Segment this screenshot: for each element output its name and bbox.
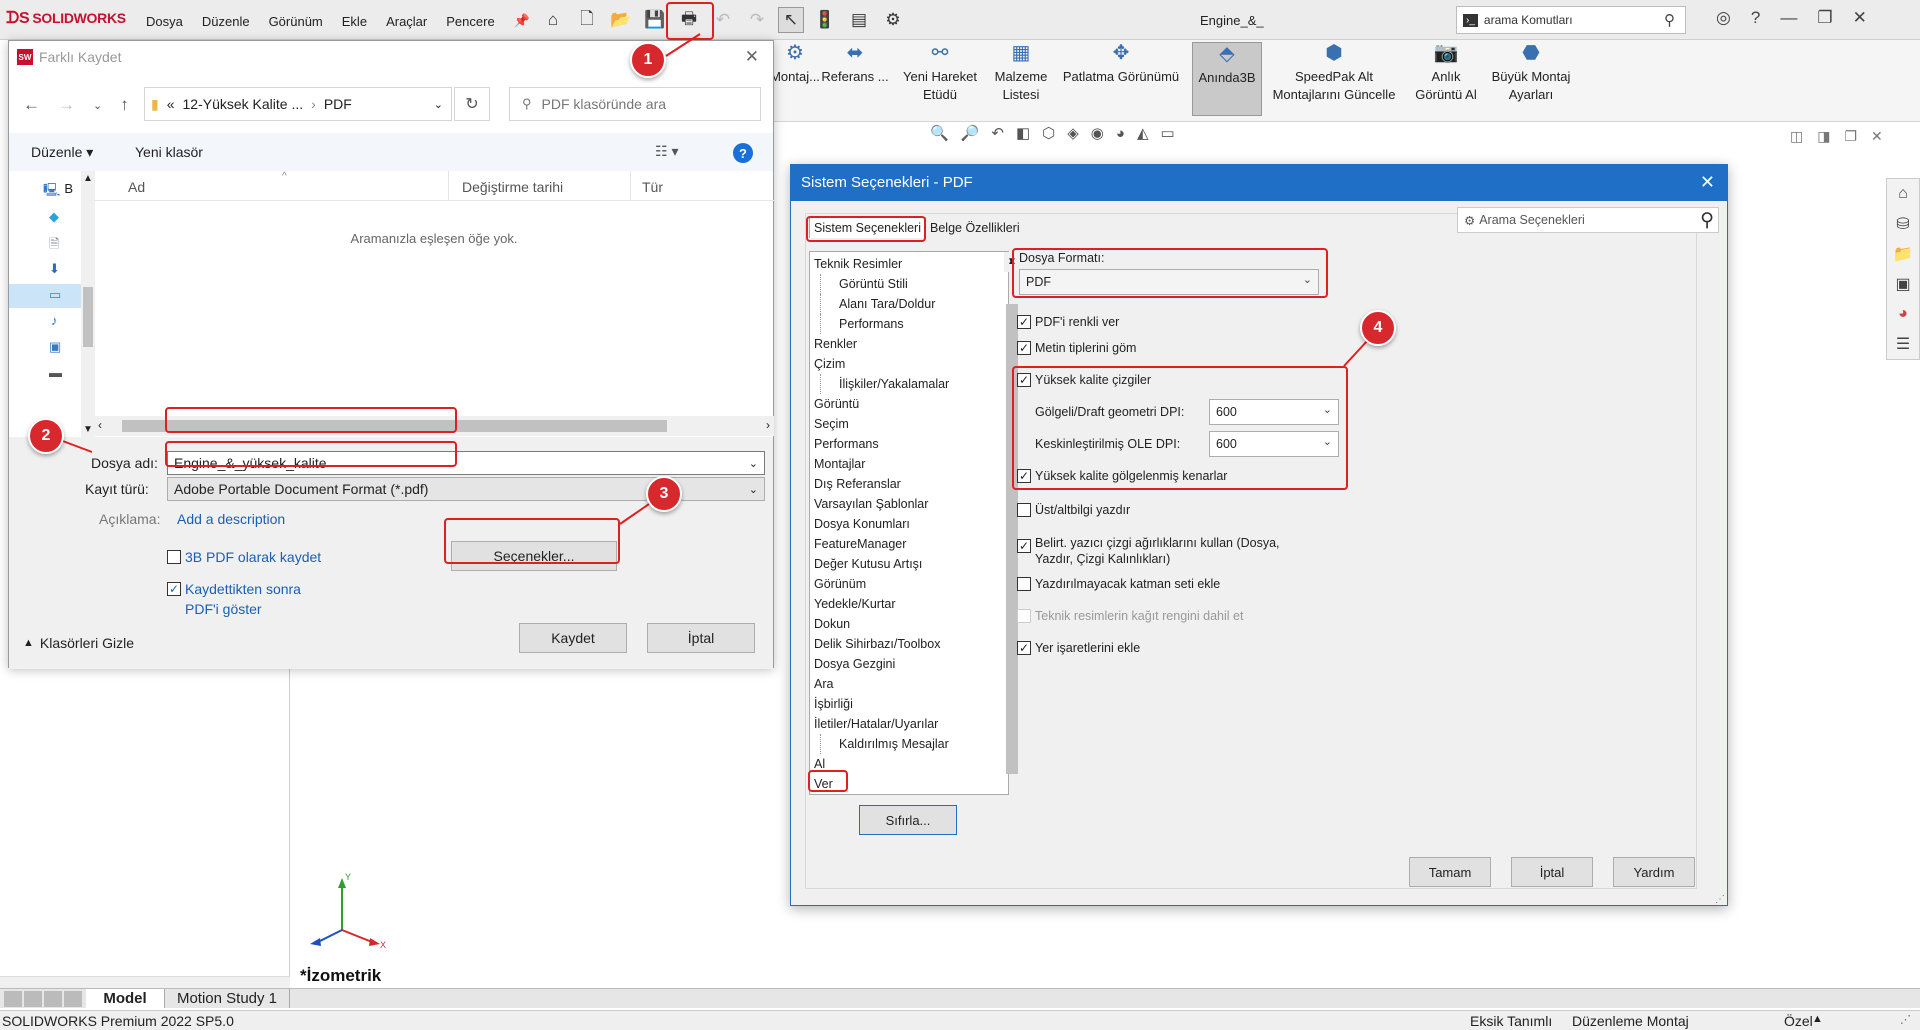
step-marker-4: 4 xyxy=(1360,310,1396,346)
step-marker-2: 2 xyxy=(28,418,64,454)
step-marker-1: 1 xyxy=(630,42,666,78)
annotation-connectors xyxy=(59,33,1369,525)
step-marker-3: 3 xyxy=(646,476,682,512)
